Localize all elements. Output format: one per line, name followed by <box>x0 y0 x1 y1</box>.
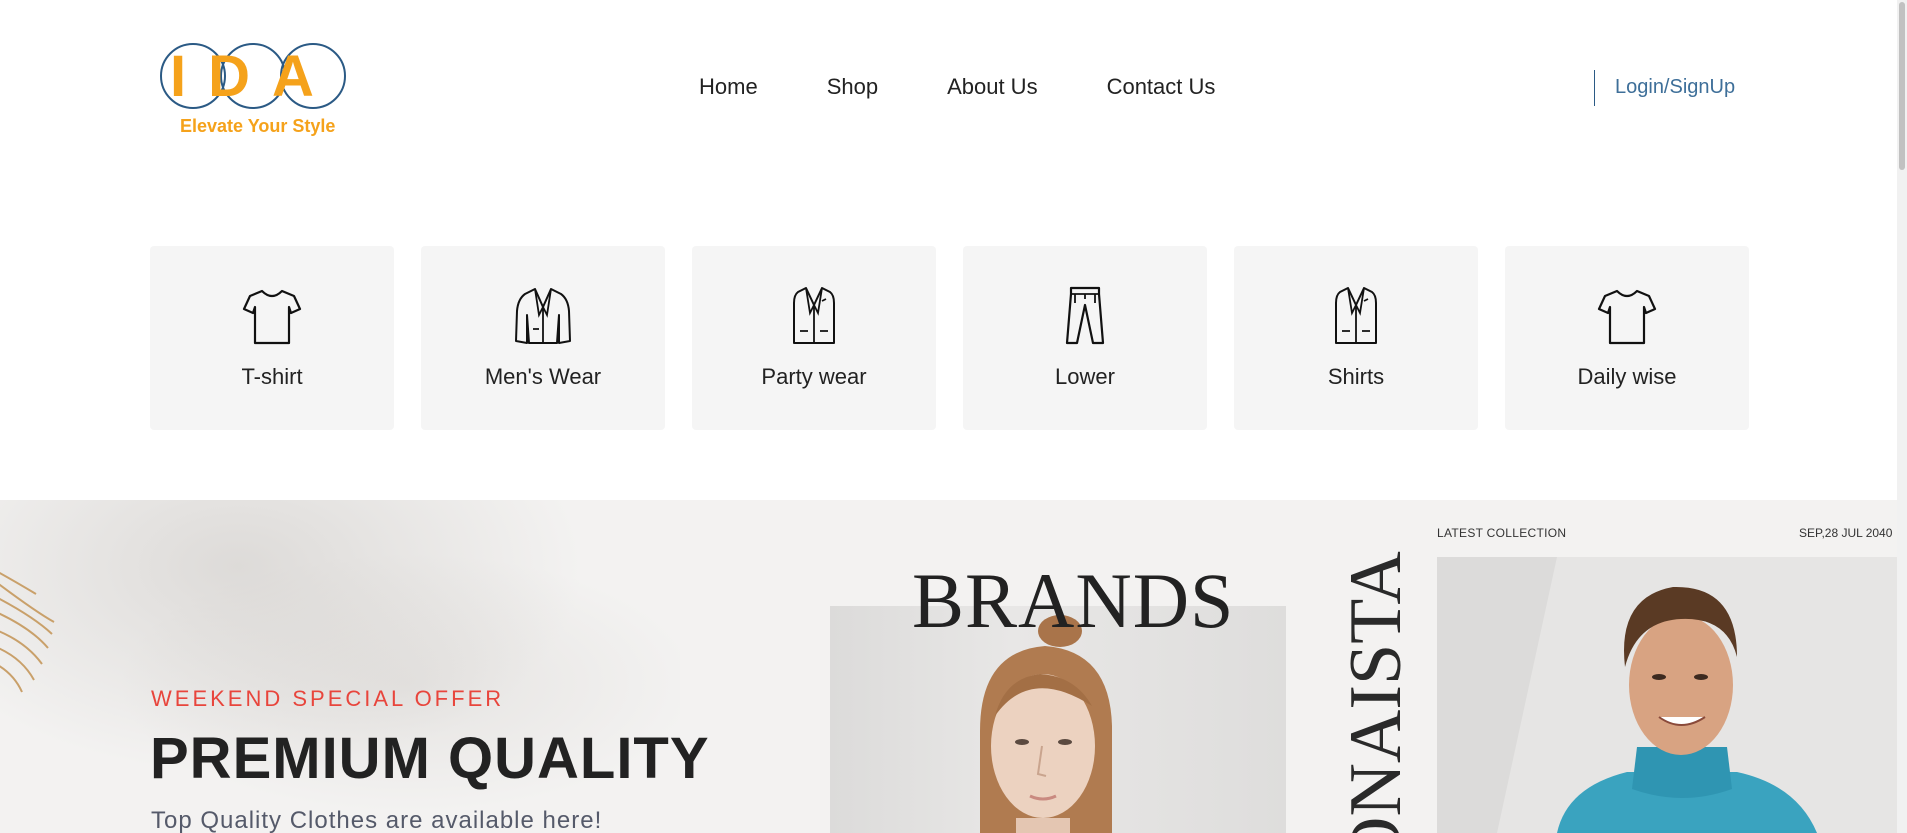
vertical-word-text: ONAISTA <box>1340 551 1410 833</box>
suit-jacket-icon <box>1335 287 1377 344</box>
page-scrollbar[interactable] <box>1897 0 1907 833</box>
hero-title: PREMIUM QUALITY <box>150 726 710 791</box>
logo-tagline: Elevate Your Style <box>180 116 336 136</box>
nav-contact-us[interactable]: Contact Us <box>1107 74 1216 100</box>
category-card-lower[interactable]: Lower <box>963 246 1207 430</box>
scrollbar-thumb[interactable] <box>1899 2 1905 170</box>
man-model-illustration <box>1437 557 1897 833</box>
category-card-tshirt[interactable]: T-shirt <box>150 246 394 430</box>
tshirt-icon <box>1597 289 1657 345</box>
main-nav: Home Shop About Us Contact Us <box>699 74 1215 100</box>
category-label: Shirts <box>1327 364 1385 389</box>
hero-offer-label: WEEKEND SPECIAL OFFER <box>151 686 505 711</box>
palm-leaf-decoration <box>0 571 55 693</box>
site-header: IDA Elevate Your Style Home Shop About U… <box>0 0 1897 176</box>
brands-heading: BRANDS <box>912 557 1235 644</box>
category-label: Men's Wear <box>484 364 602 389</box>
category-card-shirts[interactable]: Shirts <box>1234 246 1478 430</box>
vertical-brand-word: ONAISTA <box>1340 540 1410 833</box>
logo-mark: IDA <box>160 43 346 109</box>
header-divider <box>1594 70 1595 106</box>
collection-date: SEP,28 JUL 2040 <box>1799 526 1893 540</box>
category-label: T-shirt <box>241 364 303 389</box>
category-card-mens-wear[interactable]: Men's Wear <box>421 246 665 430</box>
category-card-daily-wise[interactable]: Daily wise <box>1505 246 1749 430</box>
category-list: T-shirt Men's Wear Party wear Lower Shir… <box>150 246 1749 430</box>
login-signup-link[interactable]: Login/SignUp <box>1615 76 1735 99</box>
site-logo[interactable]: IDA Elevate Your Style <box>156 38 352 142</box>
category-label: Party wear <box>761 364 867 389</box>
blazer-icon <box>515 288 571 344</box>
nav-about-us[interactable]: About Us <box>947 74 1038 100</box>
logo-letters: IDA <box>170 44 336 109</box>
nav-shop[interactable]: Shop <box>827 74 878 100</box>
category-label: Daily wise <box>1577 364 1677 389</box>
hero-banner: WEEKEND SPECIAL OFFER PREMIUM QUALITY To… <box>0 500 1897 833</box>
man-model-image <box>1437 557 1897 833</box>
nav-home[interactable]: Home <box>699 74 758 100</box>
tshirt-icon <box>242 289 302 345</box>
latest-collection-label: LATEST COLLECTION <box>1437 526 1567 540</box>
category-card-party-wear[interactable]: Party wear <box>692 246 936 430</box>
trousers-icon <box>1065 286 1105 345</box>
suit-jacket-icon <box>793 287 835 344</box>
hero-subtitle: Top Quality Clothes are available here! <box>151 807 603 833</box>
category-label: Lower <box>1055 364 1115 389</box>
